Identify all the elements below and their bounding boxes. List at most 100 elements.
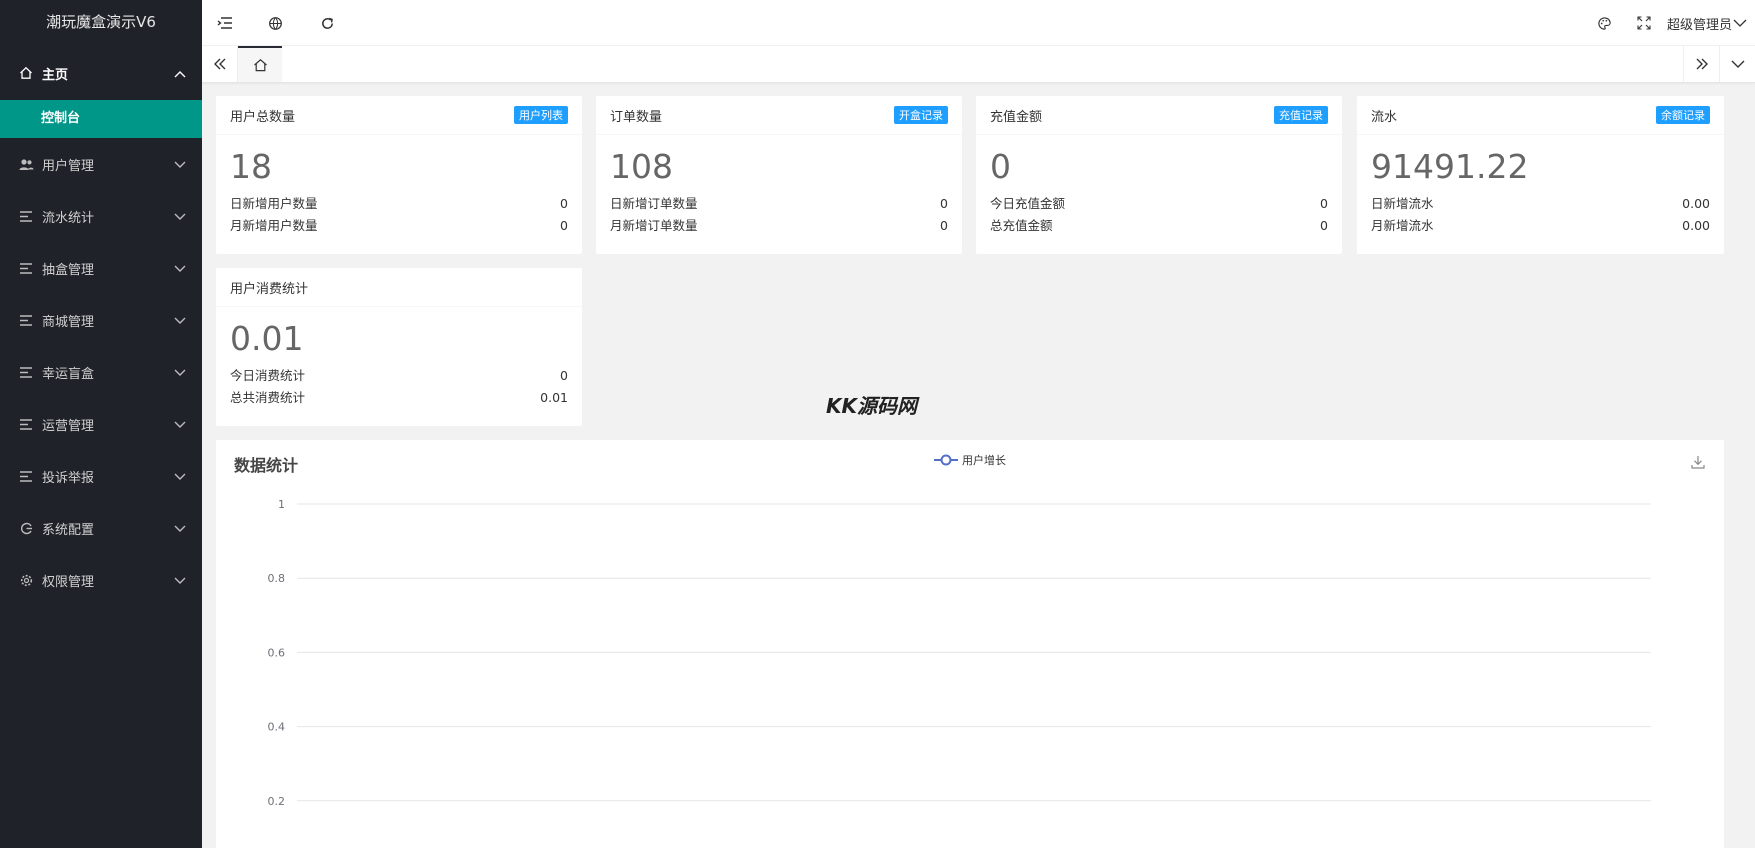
- card-stat-value: 0: [1320, 218, 1328, 233]
- card-title: 充值金额: [990, 109, 1043, 125]
- sidebar-item-1[interactable]: 用户管理: [0, 138, 202, 190]
- sidebar-item-5[interactable]: 幸运盲盒: [0, 346, 202, 398]
- stat-card: 订单数量 开盒记录 108 日新增订单数量 0 月新增订单数量 0: [596, 96, 962, 254]
- card-body: 18 日新增用户数量 0 月新增用户数量 0: [216, 135, 582, 237]
- sidebar-item-label: 系统配置: [42, 522, 95, 538]
- chevron-up-icon: [174, 71, 186, 78]
- stat-card: 用户总数量 用户列表 18 日新增用户数量 0 月新增用户数量 0: [216, 96, 582, 254]
- chevron-down-icon: [1733, 19, 1747, 27]
- sidebar-item-label: 商城管理: [42, 314, 95, 330]
- chevron-down-icon: [174, 317, 186, 324]
- card-value: 0.01: [230, 319, 304, 358]
- sidebar-item-3[interactable]: 抽盒管理: [0, 242, 202, 294]
- palette-icon: [1597, 16, 1611, 30]
- card-stat-row: 月新增流水 0.00: [1371, 215, 1710, 237]
- y-tick-label: 0.4: [268, 721, 286, 734]
- sidebar-item-label: 幸运盲盒: [42, 366, 95, 382]
- card-stat-row: 日新增流水 0.00: [1371, 193, 1710, 215]
- chevron-down-icon: [174, 577, 186, 584]
- card-stat-label: 总共消费统计: [230, 390, 306, 405]
- y-tick-label: 1: [278, 498, 285, 511]
- card-badge-button[interactable]: 余额记录: [1656, 106, 1710, 124]
- tabs-scroll-left-button[interactable]: [202, 46, 238, 82]
- sidebar-submenu-home: 控制台: [0, 100, 202, 138]
- sidebar: 潮玩魔盒演示V6 主页 控制台 用户管理流水统计抽盒管理商城管理幸运盲盒运营管理…: [0, 0, 202, 848]
- card-badge-button[interactable]: 充值记录: [1274, 106, 1328, 124]
- card-stat-value: 0: [560, 196, 568, 211]
- chart-panel: 数据统计 用户增长 1 0.8 0.6 0.4 0.2: [216, 440, 1724, 848]
- card-value: 18: [230, 147, 272, 186]
- card-value: 0: [990, 147, 1011, 186]
- card-stat-label: 今日充值金额: [990, 196, 1066, 211]
- user-menu[interactable]: 超级管理员: [1667, 0, 1747, 46]
- sidebar-item-8[interactable]: 系统配置: [0, 502, 202, 554]
- fullscreen-icon: [1637, 16, 1651, 30]
- users-icon: [18, 156, 34, 172]
- sidebar-item-2[interactable]: 流水统计: [0, 190, 202, 242]
- chevron-down-icon: [174, 369, 186, 376]
- chart-plot: 1 0.8 0.6 0.4 0.2: [268, 498, 1651, 808]
- chevron-down-icon: [174, 421, 186, 428]
- card-badge-button[interactable]: 用户列表: [514, 106, 568, 124]
- list-icon: [18, 468, 34, 484]
- card-body: 108 日新增订单数量 0 月新增订单数量 0: [596, 135, 962, 237]
- card-title: 用户消费统计: [230, 281, 309, 297]
- card-stat-label: 月新增用户数量: [230, 218, 318, 233]
- card-stat-value: 0: [940, 196, 948, 211]
- app-logo-title: 潮玩魔盒演示V6: [0, 0, 202, 46]
- chevron-down-icon: [1731, 60, 1744, 68]
- card-stat-label: 日新增流水: [1371, 196, 1434, 211]
- double-chevron-left-icon: [213, 58, 225, 70]
- card-title: 用户总数量: [230, 109, 296, 125]
- card-stat-value: 0.00: [1682, 218, 1710, 233]
- sidebar-item-label: 用户管理: [42, 158, 95, 174]
- card-stat-value: 0: [1320, 196, 1328, 211]
- tab-home[interactable]: [238, 46, 282, 82]
- tabs-scroll-right-button[interactable]: [1683, 46, 1719, 82]
- sidebar-item-label: 主页: [42, 67, 69, 83]
- card-badge-button[interactable]: 开盒记录: [894, 106, 948, 124]
- stat-card: 流水 余额记录 91491.22 日新增流水 0.00 月新增流水 0.00: [1357, 96, 1724, 254]
- card-title: 订单数量: [610, 109, 663, 125]
- card-stat-row: 总充值金额 0: [990, 215, 1328, 237]
- sidebar-item-label: 投诉举报: [42, 470, 95, 486]
- card-stat-row: 日新增用户数量 0: [230, 193, 568, 215]
- card-stat-row: 今日充值金额 0: [990, 193, 1328, 215]
- chevron-down-icon: [174, 213, 186, 220]
- card-title: 流水: [1371, 109, 1398, 125]
- collapse-menu-button[interactable]: [202, 0, 248, 46]
- refresh-button[interactable]: [304, 0, 350, 46]
- sidebar-item-7[interactable]: 投诉举报: [0, 450, 202, 502]
- username-label: 超级管理员: [1666, 17, 1732, 33]
- card-stat-label: 今日消费统计: [230, 368, 306, 383]
- stat-card: 充值金额 充值记录 0 今日充值金额 0 总充值金额 0: [976, 96, 1342, 254]
- y-tick-label: 0.6: [268, 646, 286, 659]
- card-header: 用户消费统计: [216, 268, 582, 307]
- sidebar-item-label: 流水统计: [42, 210, 95, 226]
- home-icon: [18, 65, 34, 81]
- gear-icon: [18, 572, 34, 588]
- list-icon: [18, 208, 34, 224]
- card-stat-label: 月新增流水: [1371, 218, 1434, 233]
- sidebar-item-4[interactable]: 商城管理: [0, 294, 202, 346]
- fullscreen-button[interactable]: [1621, 0, 1667, 46]
- sidebar-item-6[interactable]: 运营管理: [0, 398, 202, 450]
- card-stat-row: 今日消费统计 0: [230, 365, 568, 387]
- sidebar-item-console[interactable]: 控制台: [0, 100, 202, 138]
- list-icon: [18, 260, 34, 276]
- sidebar-item-home[interactable]: 主页: [0, 46, 202, 100]
- card-value: 91491.22: [1371, 147, 1529, 186]
- top-header: 超级管理员: [202, 0, 1755, 46]
- sidebar-item-label: 运营管理: [42, 418, 95, 434]
- home-icon: [253, 59, 267, 72]
- card-stat-value: 0: [940, 218, 948, 233]
- sidebar-item-9[interactable]: 权限管理: [0, 554, 202, 606]
- watermark-text: KK源码网: [826, 394, 917, 418]
- y-tick-label: 0.8: [268, 572, 286, 585]
- card-stat-row: 日新增订单数量 0: [610, 193, 948, 215]
- tabs-menu-button[interactable]: [1719, 46, 1755, 82]
- website-button[interactable]: [252, 0, 298, 46]
- sidebar-item-label: 权限管理: [42, 574, 95, 590]
- chevron-down-icon: [174, 525, 186, 532]
- card-stat-value: 0: [560, 368, 568, 383]
